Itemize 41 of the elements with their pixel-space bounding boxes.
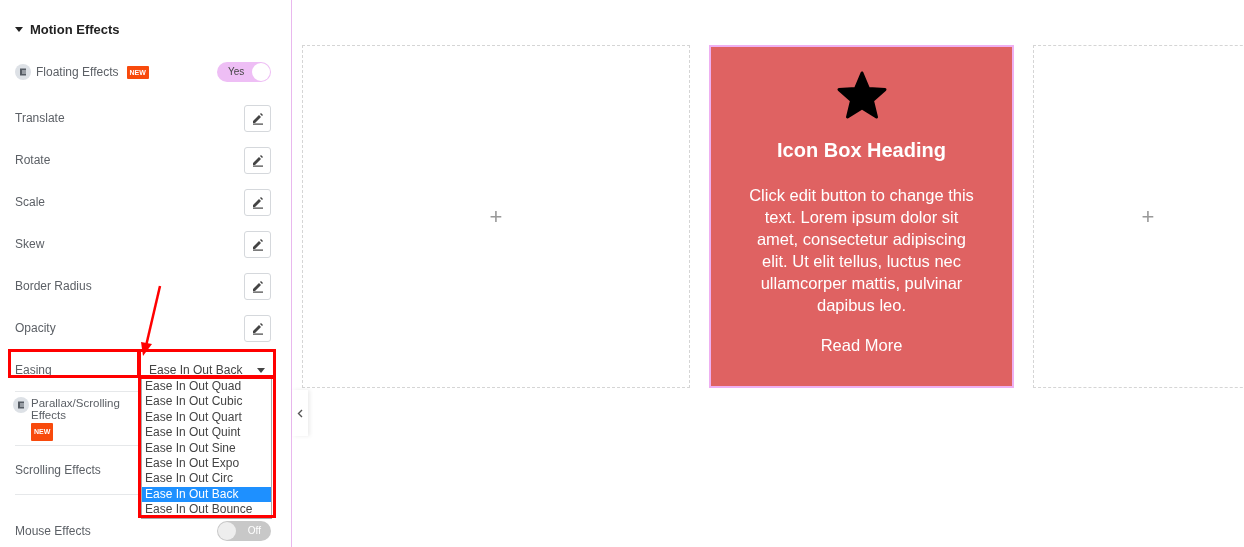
edit-button[interactable] bbox=[244, 230, 271, 258]
toggle-switch[interactable]: Yes bbox=[217, 62, 271, 82]
mouse-effects-label: Mouse Effects bbox=[15, 524, 91, 538]
section-title[interactable]: Motion Effects bbox=[30, 21, 120, 37]
property-label: Scale bbox=[15, 195, 46, 209]
property-label: Opacity bbox=[15, 321, 56, 335]
parallax-label: Parallax/Scrolling Effects bbox=[31, 396, 120, 421]
edit-button[interactable] bbox=[244, 314, 271, 342]
scrolling-effects-label: Scrolling Effects bbox=[15, 463, 101, 477]
property-label: Rotate bbox=[15, 153, 51, 167]
dropdown-option[interactable]: Ease In Out Bounce bbox=[142, 502, 271, 518]
property-label: Border Radius bbox=[15, 279, 92, 293]
pencil-icon bbox=[250, 111, 265, 125]
pencil-icon bbox=[250, 321, 265, 335]
property-label: Skew bbox=[15, 237, 45, 251]
dropdown-option[interactable]: Ease In Out Quad bbox=[142, 379, 271, 395]
star-icon bbox=[835, 71, 888, 121]
icon-box-heading: Icon Box Heading bbox=[777, 139, 946, 162]
pencil-icon bbox=[250, 279, 265, 293]
arrow bbox=[140, 284, 164, 356]
property-label: Translate bbox=[15, 111, 65, 125]
pencil-icon bbox=[250, 153, 265, 167]
elementor-icon bbox=[15, 64, 31, 80]
easing-select[interactable]: Ease In Out Back bbox=[143, 359, 271, 381]
edit-button[interactable] bbox=[244, 272, 271, 300]
dropdown-option[interactable]: Ease In Out Expo bbox=[142, 455, 271, 472]
edit-button[interactable] bbox=[244, 146, 271, 174]
pencil-icon bbox=[250, 237, 265, 251]
edit-button[interactable] bbox=[244, 104, 271, 132]
caret-icon bbox=[257, 367, 265, 373]
dropdown-option[interactable]: Ease In Out Quint bbox=[142, 425, 271, 441]
dropdown-option[interactable]: Ease In Out Quart bbox=[142, 409, 271, 426]
chevron-left-icon bbox=[297, 408, 303, 418]
edit-button[interactable] bbox=[244, 188, 271, 216]
floating-effects-label: Floating Effects bbox=[36, 65, 119, 79]
dropdown-option[interactable]: Ease In Out Circ bbox=[142, 471, 271, 487]
pencil-icon bbox=[250, 195, 265, 209]
dropdown-option[interactable]: Ease In Out Sine bbox=[142, 440, 271, 456]
dropdown-option[interactable]: Ease In Out Cubic bbox=[142, 394, 271, 410]
elementor-icon bbox=[13, 396, 29, 413]
icon-box-text: Click edit button to change this text. Lorem ipsum dolor sit amet, consectetur adipiscing elit. Ut elit tellus, luctus nec ullamcorper mattis, pulvinar dapibus leo. bbox=[748, 185, 975, 316]
